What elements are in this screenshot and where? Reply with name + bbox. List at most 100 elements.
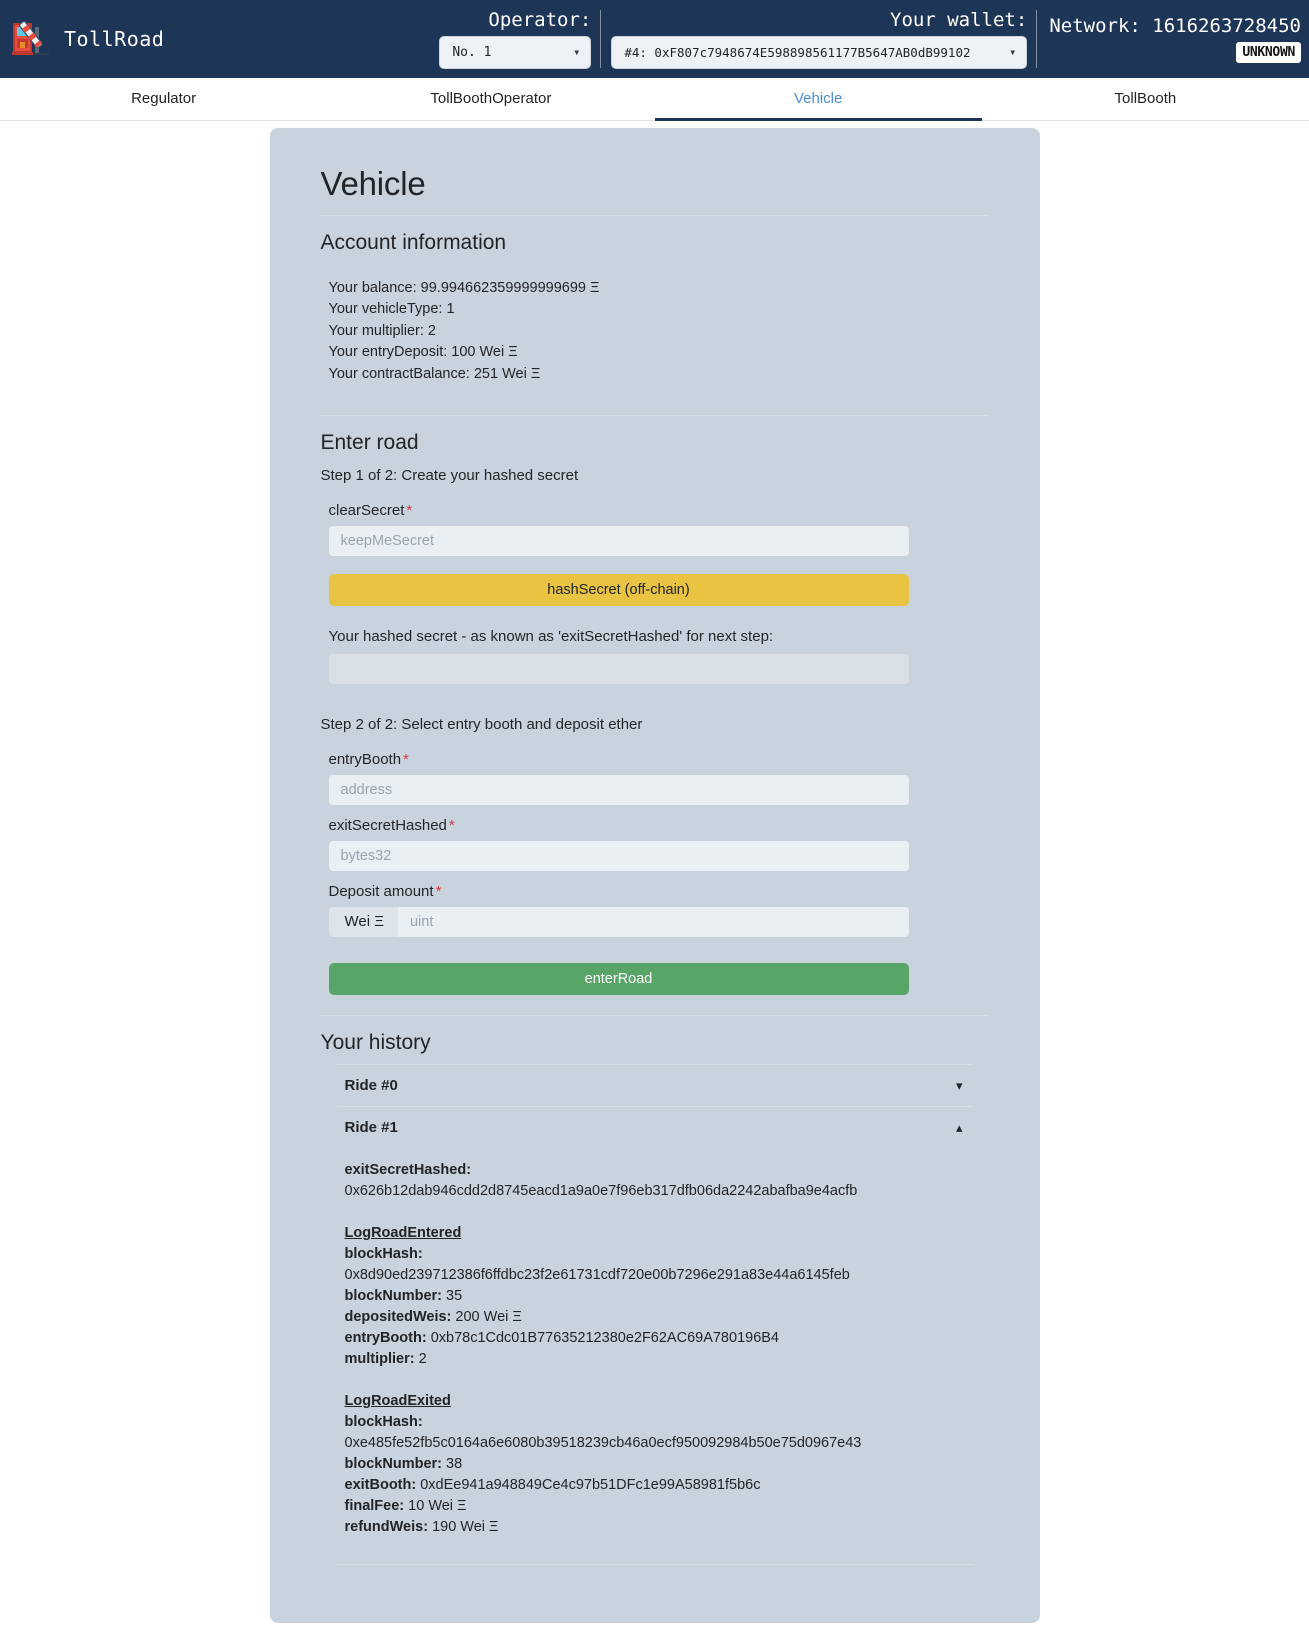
hashed-secret-field [321,653,989,684]
event-1-name: LogRoadExited [344,1392,451,1409]
event-1-row-1-value: 0xdEe941a948849Ce4c97b51DFc1e99A58981f5b… [420,1476,761,1493]
ride-1-exitsecrethashed-key: exitSecretHashed: [344,1161,472,1178]
event-0-row-1: depositedWeis: 200 Wei Ξ [345,1307,965,1328]
account-line-balance: Your balance: 99.994662359999999699 Ξ [328,279,600,296]
event-1-blockhash-key: blockHash: [344,1413,423,1430]
event-0-row-2-value: 0xb78c1Cdc01B77635212380e2F62AC69A780196… [430,1329,779,1346]
event-0-row-0-value: 35 [446,1287,463,1304]
required-marker: * [435,882,442,900]
exit-secret-hashed-field: exitSecretHashed * bytes32 [321,817,989,871]
required-marker: * [406,501,413,519]
ride-item-1: Ride #1 ▴ exitSecretHashed: 0x626b12dab9… [336,1105,973,1565]
ride-item-0: Ride #0 ▾ [336,1063,973,1106]
event-1-row-2-key: finalFee: [344,1497,405,1514]
event-0-row-3-key: multiplier: [344,1350,415,1367]
page-title: Vehicle [320,165,426,202]
chevron-down-icon: ▾ [573,45,581,59]
enter-road-button-wrap: enterRoad [321,962,989,995]
deposit-amount-label: Deposit amount * [329,883,989,900]
required-marker: * [448,816,455,834]
deposit-amount-field: Deposit amount * Wei Ξ uint [321,883,989,937]
brand[interactable]: TollRoad [0,0,180,78]
enter-road-heading: Enter road [320,431,419,455]
event-0-name: LogRoadEntered [344,1224,462,1241]
clear-secret-input[interactable]: keepMeSecret [328,525,909,556]
event-1-row-2-value: 10 Wei Ξ [408,1497,467,1514]
vehicle-card: Vehicle Account information Your balance… [269,128,1040,1623]
event-1-row-0: blockNumber: 38 [345,1454,965,1475]
history-heading: Your history [320,1030,431,1054]
event-1-row-1-key: exitBooth: [344,1476,417,1493]
chevron-down-icon: ▾ [1009,45,1017,59]
operator-label: Operator: [488,8,592,31]
clear-secret-label: clearSecret * [329,502,989,519]
entry-booth-label: entryBooth * [329,751,989,768]
event-1-blockhash-value: 0xe485fe52fb5c0164a6e6080b39518239cb46a0… [344,1434,862,1451]
event-1-row-0-key: blockNumber: [344,1455,443,1472]
brand-label: TollRoad [64,27,165,51]
tab-tollboothoperator[interactable]: TollBoothOperator [327,78,654,121]
exit-secret-hashed-label-text: exitSecretHashed [328,816,447,834]
tollbooth-icon [10,19,52,59]
event-1-row-2: finalFee: 10 Wei Ξ [345,1496,965,1517]
operator-selected-value: No. 1 [452,44,492,60]
event-0-row-0: blockNumber: 35 [345,1286,965,1307]
wallet-selected-value: #4: 0xF807c7948674E598898561177B5647AB0d… [624,44,971,60]
tab-regulator[interactable]: Regulator [0,78,327,121]
clear-secret-label-text: clearSecret [328,501,405,519]
hashed-secret-output [328,653,909,684]
event-1-row-3-value: 190 Wei Ξ [432,1518,499,1535]
account-line-contractbalance: Your contractBalance: 251 Wei Ξ [328,365,541,382]
chevron-down-icon[interactable]: ▾ [956,1079,963,1092]
event-1-row-3: refundWeis: 190 Wei Ξ [345,1517,965,1538]
event-0-blockhash-key: blockHash: [344,1245,423,1262]
divider [320,415,989,417]
event-1-row-0-value: 38 [446,1455,463,1472]
operator-group: Operator: No. 1 ▾ [429,0,602,78]
account-info-list: Your balance: 99.994662359999999699 Ξ Yo… [321,264,989,386]
wallet-group: Your wallet: #4: 0xF807c7948674E59889856… [601,0,1038,78]
divider [320,1014,989,1016]
network-label: Network: 1616263728450 [1049,14,1301,37]
entry-booth-input[interactable]: address [328,774,909,805]
network-status-badge: UNKNOWN [1236,41,1301,63]
ride-1-exitsecrethashed-value: 0x626b12dab946cdd2d8745eacd1a9a0e7f96eb3… [344,1182,858,1199]
divider [320,214,989,216]
ride-1-body: exitSecretHashed: 0x626b12dab946cdd2d874… [337,1148,973,1564]
event-1-row-3-key: refundWeis: [344,1518,429,1535]
ride-1-header[interactable]: Ride #1 ▴ [337,1107,973,1148]
history-accordion: Ride #0 ▾ Ride #1 ▴ exitSecretHashed: 0x… [321,1063,989,1565]
deposit-amount-input[interactable]: uint [397,906,909,937]
entry-booth-label-text: entryBooth [328,750,402,768]
event-0-row-0-key: blockNumber: [344,1287,443,1304]
exit-secret-hashed-label: exitSecretHashed * [329,817,989,834]
tab-vehicle[interactable]: Vehicle [654,78,982,121]
chevron-up-icon[interactable]: ▴ [956,1121,963,1134]
operator-select[interactable]: No. 1 ▾ [439,35,592,69]
event-0-row-3: multiplier: 2 [345,1349,965,1370]
hashed-secret-label: Your hashed secret - as known as 'exitSe… [328,627,774,645]
event-0-row-1-key: depositedWeis: [344,1308,452,1325]
exit-secret-hashed-input[interactable]: bytes32 [328,840,909,871]
step-2-text: Step 2 of 2: Select entry booth and depo… [320,715,643,733]
top-navbar: TollRoad Operator: No. 1 ▾ Your wallet: … [0,0,1309,78]
entry-booth-field: entryBooth * address [321,751,989,805]
clear-secret-field: clearSecret * keepMeSecret [321,502,989,556]
wallet-label: Your wallet: [890,8,1028,31]
step-1-text: Step 1 of 2: Create your hashed secret [320,466,579,484]
deposit-unit-addon: Wei Ξ [328,906,398,937]
account-line-vehicletype: Your vehicleType: 1 [328,301,455,318]
page-body: Vehicle Account information Your balance… [0,121,1309,1623]
event-0-row-3-value: 2 [418,1350,427,1367]
event-0-row-2-key: entryBooth: [344,1329,427,1346]
hash-secret-button-wrap: hashSecret (off-chain) [321,573,989,606]
hash-secret-button[interactable]: hashSecret (off-chain) [328,573,909,606]
deposit-amount-label-text: Deposit amount [328,882,434,900]
wallet-select[interactable]: #4: 0xF807c7948674E598898561177B5647AB0d… [611,35,1028,69]
tab-tollbooth[interactable]: TollBooth [982,78,1309,121]
ride-0-header[interactable]: Ride #0 ▾ [337,1065,973,1106]
event-0-row-1-value: 200 Wei Ξ [455,1308,522,1325]
enter-road-button[interactable]: enterRoad [328,962,909,995]
account-line-multiplier: Your multiplier: 2 [328,322,436,339]
